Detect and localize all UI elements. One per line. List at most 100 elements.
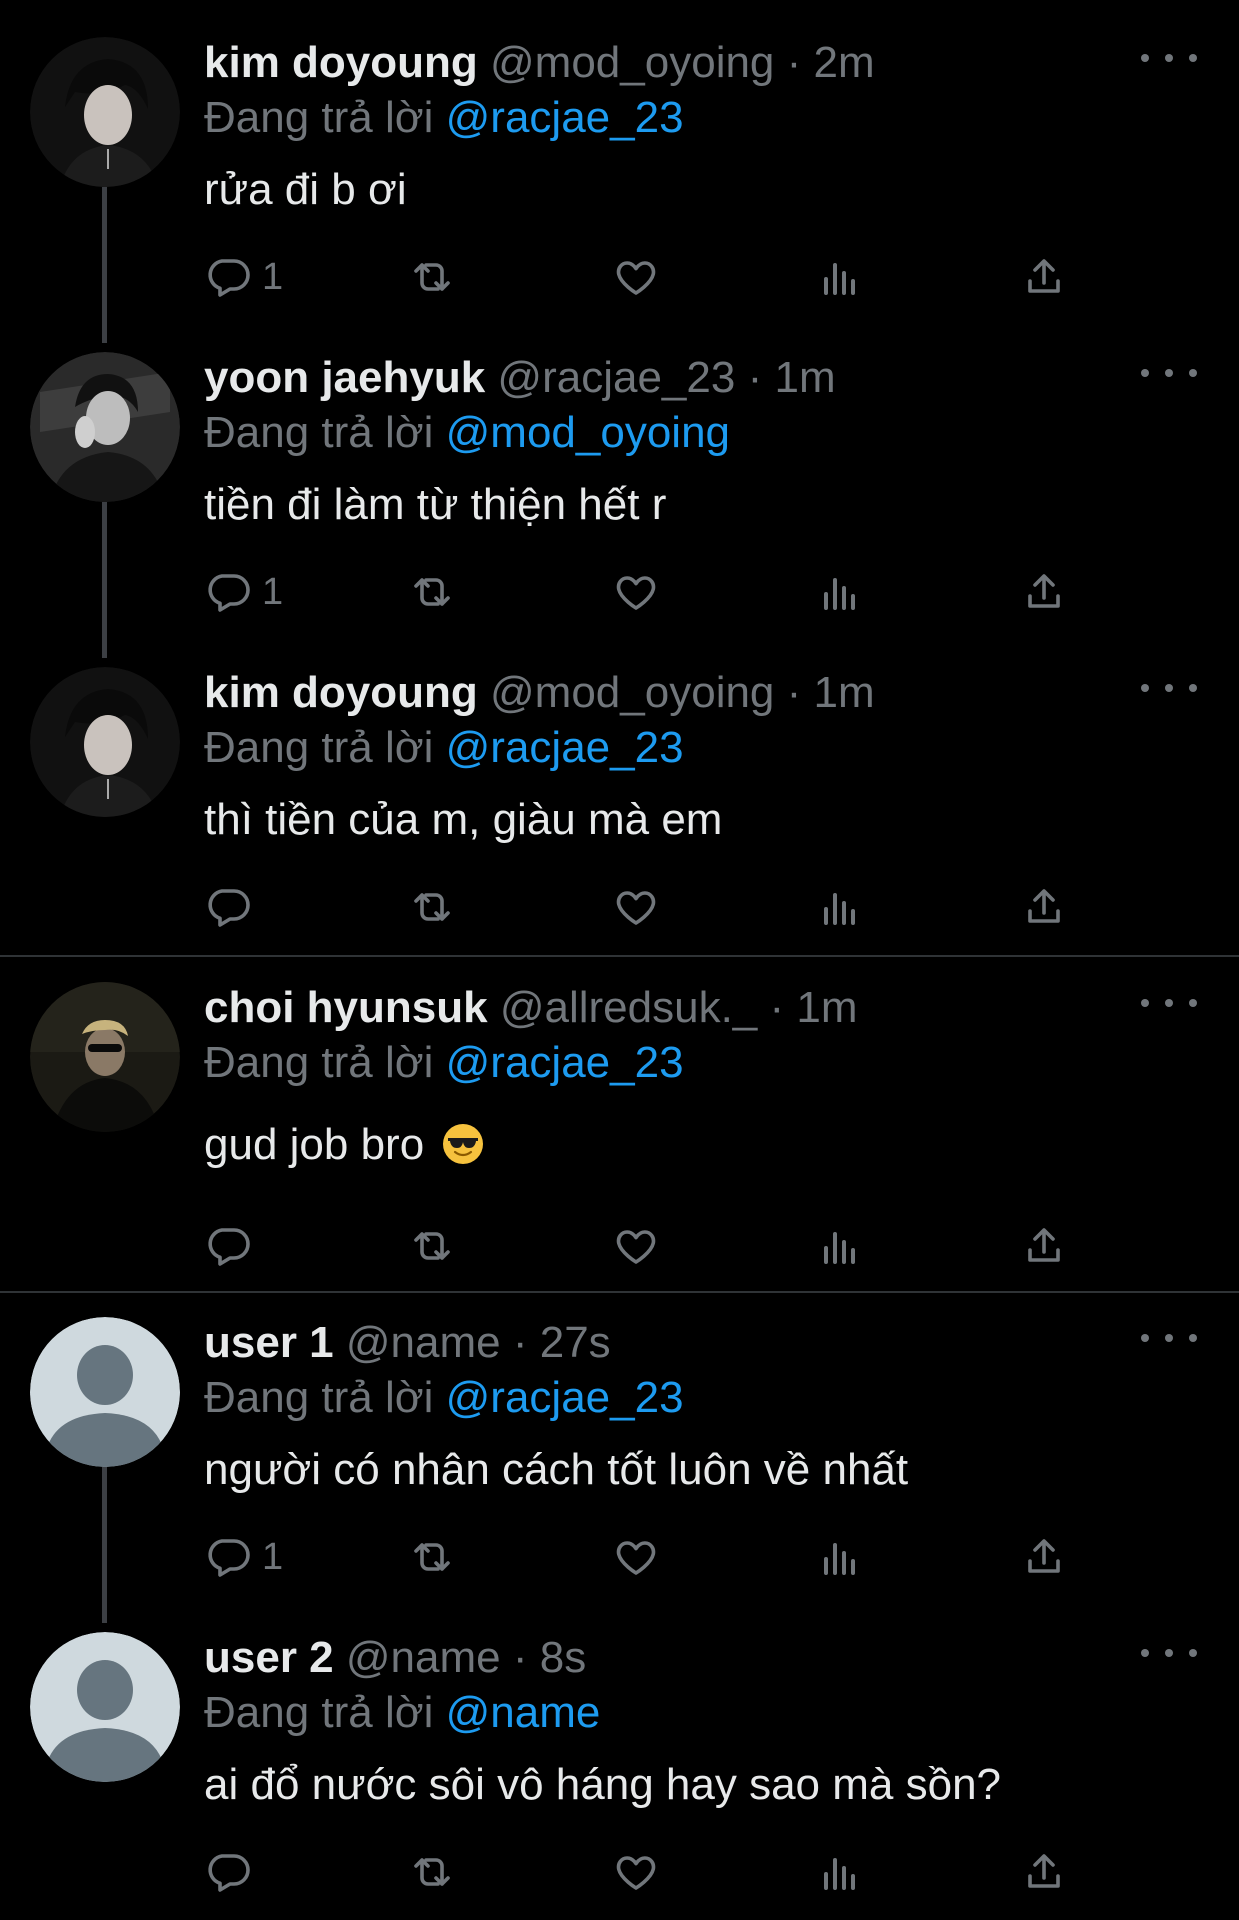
more-icon[interactable] [1141, 353, 1197, 393]
thread-line [102, 187, 107, 343]
reply-button[interactable]: 1 [204, 1532, 283, 1582]
timestamp[interactable]: 1m [774, 353, 835, 402]
share-button[interactable] [1020, 1532, 1068, 1582]
timestamp[interactable]: 1m [796, 983, 857, 1032]
display-name[interactable]: user 2 [204, 1633, 334, 1682]
like-icon [616, 891, 656, 925]
replying-to: Đang trả lời @racjae_23 [204, 1035, 684, 1091]
retweet-button[interactable] [408, 1532, 456, 1582]
retweet-button[interactable] [408, 1221, 456, 1271]
like-button[interactable] [612, 1847, 660, 1897]
mention-link[interactable]: @mod_oyoing [446, 408, 730, 457]
more-icon[interactable] [1141, 1318, 1197, 1358]
share-button[interactable] [1020, 567, 1068, 617]
reply-button[interactable] [204, 1847, 262, 1897]
views-button[interactable] [816, 1221, 864, 1271]
user-handle[interactable]: @name [346, 1633, 501, 1682]
display-name[interactable]: kim doyoung [204, 668, 478, 717]
user-handle[interactable]: @mod_oyoing [490, 38, 774, 87]
mention-link[interactable]: @racjae_23 [446, 723, 684, 772]
avatar[interactable] [30, 1317, 180, 1467]
action-bar [204, 882, 1104, 932]
avatar[interactable] [30, 667, 180, 817]
user-handle[interactable]: @racjae_23 [497, 353, 735, 402]
share-icon [1028, 1228, 1060, 1262]
share-icon [1028, 574, 1060, 608]
avatar[interactable] [30, 352, 180, 502]
timestamp[interactable]: 2m [814, 38, 875, 87]
tweet-header: user 2 @name · 8s [204, 1630, 586, 1686]
divider [0, 955, 1239, 957]
more-icon[interactable] [1141, 1633, 1197, 1673]
views-icon [824, 1858, 855, 1890]
tweet-header: yoon jaehyuk @racjae_23 · 1m [204, 350, 836, 406]
replying-to: Đang trả lời @mod_oyoing [204, 405, 730, 461]
separator: · [512, 1633, 528, 1682]
action-bar [204, 1847, 1104, 1897]
views-button[interactable] [816, 882, 864, 932]
views-button[interactable] [816, 1847, 864, 1897]
display-name[interactable]: user 1 [204, 1318, 334, 1367]
retweet-button[interactable] [408, 882, 456, 932]
tweet-text: người có nhân cách tốt luôn về nhất [204, 1445, 909, 1494]
views-icon [824, 578, 855, 610]
avatar[interactable] [30, 1632, 180, 1782]
action-bar: 1 [204, 567, 1104, 617]
retweet-icon [414, 1543, 450, 1571]
replying-to-label: Đang trả lời [204, 1373, 434, 1422]
like-button[interactable] [612, 1532, 660, 1582]
like-button[interactable] [612, 252, 660, 302]
retweet-icon [414, 893, 450, 921]
action-bar: 1 [204, 252, 1104, 302]
avatar[interactable] [30, 37, 180, 187]
share-button[interactable] [1020, 1847, 1068, 1897]
reply-icon [208, 259, 250, 297]
tweet-header: kim doyoung @mod_oyoing · 2m [204, 35, 875, 91]
thread-line [102, 1467, 107, 1623]
separator: · [747, 353, 763, 402]
views-button[interactable] [816, 567, 864, 617]
mention-link[interactable]: @racjae_23 [446, 1038, 684, 1087]
display-name[interactable]: choi hyunsuk [204, 983, 488, 1032]
avatar[interactable] [30, 982, 180, 1132]
share-button[interactable] [1020, 882, 1068, 932]
timestamp[interactable]: 1m [814, 668, 875, 717]
timestamp[interactable]: 8s [540, 1633, 586, 1682]
more-icon[interactable] [1141, 668, 1197, 708]
like-button[interactable] [612, 882, 660, 932]
more-icon[interactable] [1141, 983, 1197, 1023]
timestamp[interactable]: 27s [540, 1318, 611, 1367]
retweet-button[interactable] [408, 252, 456, 302]
tweet-header: kim doyoung @mod_oyoing · 1m [204, 665, 875, 721]
separator: · [512, 1318, 528, 1367]
separator: · [769, 983, 785, 1032]
mention-link[interactable]: @racjae_23 [446, 93, 684, 142]
user-handle[interactable]: @allredsuk._ [500, 983, 757, 1032]
display-name[interactable]: kim doyoung [204, 38, 478, 87]
views-button[interactable] [816, 1532, 864, 1582]
share-icon [1028, 259, 1060, 293]
views-icon [824, 1232, 855, 1264]
user-handle[interactable]: @name [346, 1318, 501, 1367]
retweet-button[interactable] [408, 567, 456, 617]
like-button[interactable] [612, 1221, 660, 1271]
user-handle[interactable]: @mod_oyoing [490, 668, 774, 717]
views-button[interactable] [816, 252, 864, 302]
share-button[interactable] [1020, 252, 1068, 302]
reply-icon [208, 1539, 250, 1577]
mention-link[interactable]: @name [446, 1688, 601, 1737]
like-button[interactable] [612, 567, 660, 617]
reply-button[interactable] [204, 882, 262, 932]
mention-link[interactable]: @racjae_23 [446, 1373, 684, 1422]
replying-to-label: Đang trả lời [204, 723, 434, 772]
avatar-photo-bw [30, 352, 180, 502]
reply-button[interactable]: 1 [204, 567, 283, 617]
more-icon[interactable] [1141, 38, 1197, 78]
reply-button[interactable]: 1 [204, 252, 283, 302]
share-button[interactable] [1020, 1221, 1068, 1271]
display-name[interactable]: yoon jaehyuk [204, 353, 485, 402]
retweet-button[interactable] [408, 1847, 456, 1897]
tweet-text: rửa đi b ơi [204, 165, 407, 214]
tweet-header: user 1 @name · 27s [204, 1315, 611, 1371]
reply-button[interactable] [204, 1221, 262, 1271]
